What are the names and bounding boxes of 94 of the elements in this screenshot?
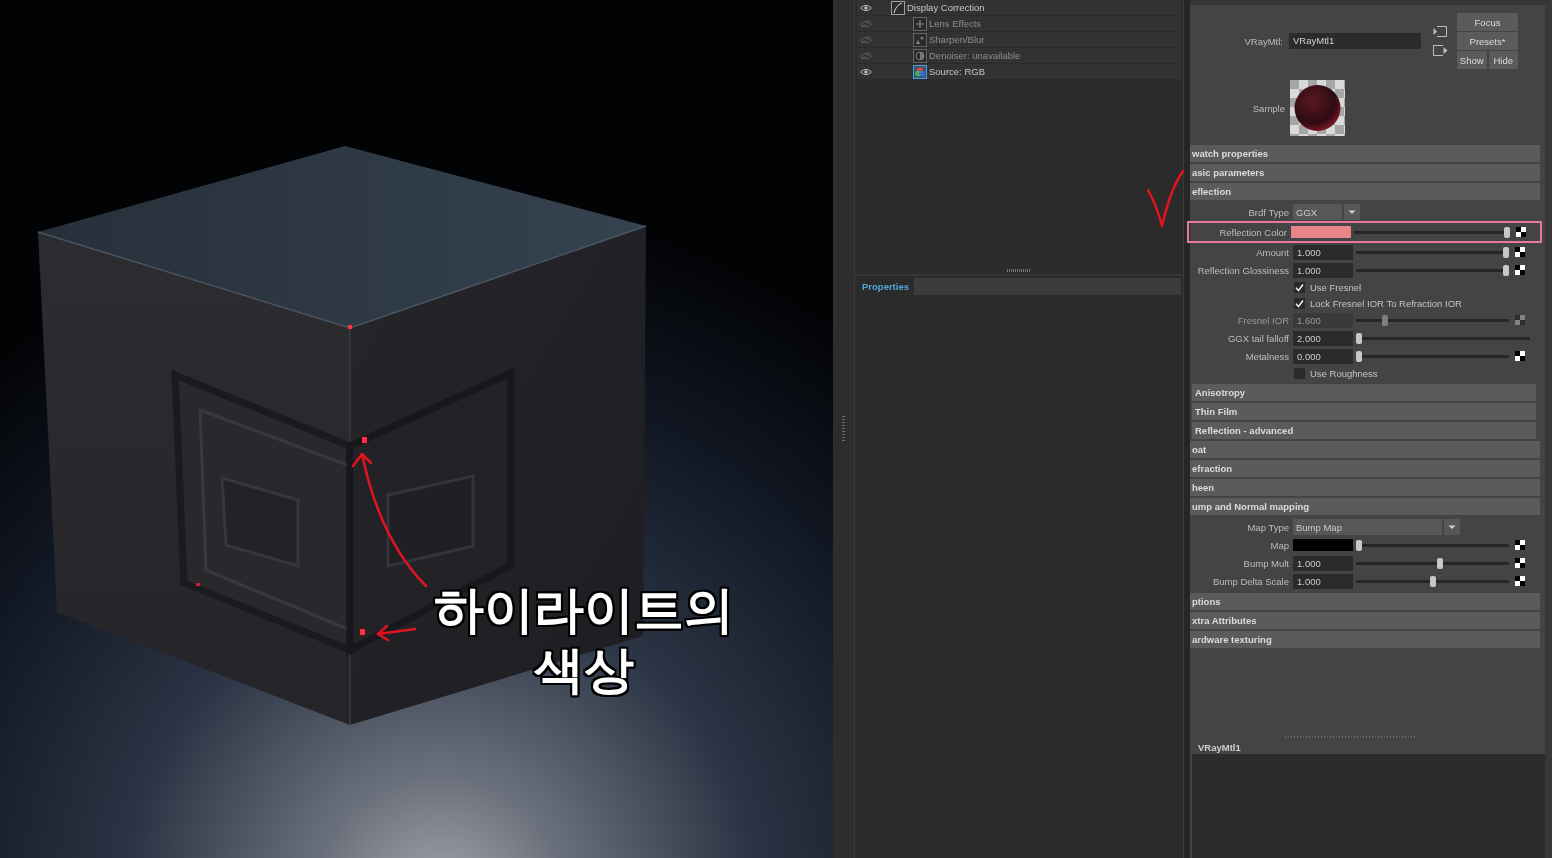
checkbox-label[interactable]: Use Roughness bbox=[1310, 367, 1378, 379]
box-arrow-out-icon[interactable] bbox=[1433, 44, 1448, 57]
panel-button[interactable]: Show bbox=[1457, 51, 1487, 69]
sphere-swatch-icon bbox=[1290, 80, 1345, 136]
eye-icon[interactable] bbox=[860, 3, 872, 12]
number-field[interactable]: 0.000 bbox=[1293, 348, 1353, 364]
field-label: Reflection Glossiness bbox=[1196, 264, 1289, 276]
field-label: Brdf Type bbox=[1247, 206, 1289, 218]
field-label: Metalness bbox=[1244, 350, 1289, 362]
tick-icon bbox=[1295, 298, 1304, 308]
number-field[interactable]: 1.000 bbox=[1293, 573, 1353, 589]
section-header[interactable]: ardware texturing bbox=[1190, 631, 1540, 648]
slider-thumb[interactable] bbox=[1356, 350, 1362, 362]
checker-icon[interactable] bbox=[1515, 558, 1525, 568]
section-header[interactable]: eflection bbox=[1190, 183, 1540, 200]
checker-icon[interactable] bbox=[1515, 576, 1525, 586]
section-header[interactable]: watch properties bbox=[1190, 145, 1540, 162]
section-header[interactable]: Reflection - advanced bbox=[1192, 422, 1536, 439]
slider-thumb[interactable] bbox=[1503, 246, 1509, 258]
checkbox[interactable] bbox=[1294, 367, 1305, 379]
rgb-circles-icon bbox=[913, 64, 927, 79]
slider-thumb[interactable] bbox=[1504, 226, 1510, 238]
splitter-handle[interactable] bbox=[1285, 736, 1415, 738]
number-field[interactable]: 1.000 bbox=[1293, 244, 1353, 260]
section-header[interactable]: Thin Film bbox=[1192, 403, 1536, 420]
checkbox[interactable] bbox=[1294, 297, 1305, 309]
section-header[interactable]: ump and Normal mapping bbox=[1190, 498, 1540, 515]
number-field[interactable]: 1.000 bbox=[1293, 262, 1353, 278]
caption-text: 하이라이트의 bbox=[434, 580, 734, 640]
arrow-icon bbox=[375, 622, 417, 642]
field-label: Amount bbox=[1255, 246, 1289, 258]
layer-row[interactable]: Sharpen/Blur bbox=[857, 32, 1181, 48]
field-label: Bump Delta Scale bbox=[1211, 575, 1289, 587]
tick-icon bbox=[1146, 168, 1186, 230]
field-label: VRayMtl: bbox=[1243, 35, 1283, 47]
layer-name: Display Correction bbox=[907, 2, 985, 13]
slider-thumb[interactable] bbox=[1503, 264, 1509, 276]
field-label: Sample bbox=[1251, 102, 1285, 114]
slider-thumb[interactable] bbox=[1436, 557, 1443, 569]
field-label: Fresnel IOR bbox=[1236, 314, 1289, 326]
section-header[interactable]: heen bbox=[1190, 479, 1540, 496]
section-header[interactable]: asic parameters bbox=[1190, 164, 1540, 181]
panel-button[interactable]: Presets* bbox=[1457, 32, 1518, 50]
layer-row[interactable]: Display Correction bbox=[857, 0, 1181, 16]
layer-row[interactable]: Source: RGB bbox=[857, 64, 1181, 80]
number-field[interactable]: 2.000 bbox=[1293, 330, 1353, 346]
field-label: GGX tail falloff bbox=[1226, 332, 1289, 344]
checkbox-label[interactable]: Use Fresnel bbox=[1310, 281, 1362, 293]
color-swatch[interactable] bbox=[1291, 226, 1351, 238]
checkbox[interactable] bbox=[1294, 281, 1305, 293]
section-header[interactable]: ptions bbox=[1190, 593, 1540, 610]
field-label: Map bbox=[1269, 539, 1289, 551]
panel-button[interactable]: Hide bbox=[1488, 51, 1518, 69]
resize-handle[interactable] bbox=[842, 416, 845, 442]
layer-name: Sharpen/Blur bbox=[929, 34, 985, 45]
box-arrow-in-icon[interactable] bbox=[1433, 25, 1448, 38]
half-circle-icon bbox=[913, 48, 927, 63]
curve-icon bbox=[891, 0, 905, 15]
section-header[interactable]: efraction bbox=[1190, 460, 1540, 477]
splitter-handle[interactable] bbox=[1007, 268, 1031, 272]
tick-icon bbox=[1295, 282, 1304, 292]
number-field[interactable]: 1.000 bbox=[1293, 555, 1353, 571]
slider-thumb[interactable] bbox=[1429, 575, 1436, 587]
properties-tab[interactable]: Properties bbox=[862, 281, 909, 292]
crosshair-icon bbox=[913, 16, 927, 31]
field-label: Reflection Color bbox=[1218, 226, 1287, 238]
eye-icon[interactable] bbox=[860, 67, 872, 76]
layer-name: Source: RGB bbox=[929, 66, 985, 77]
layer-row[interactable]: Lens Effects bbox=[857, 16, 1181, 32]
section-header[interactable]: oat bbox=[1190, 441, 1540, 458]
panel-title: VRayMtl1 bbox=[1197, 742, 1242, 754]
checker-icon[interactable] bbox=[1515, 540, 1525, 550]
dropdown[interactable]: GGX bbox=[1293, 204, 1360, 220]
field-label: Bump Mult bbox=[1242, 557, 1289, 569]
layer-row[interactable]: Denoiser: unavailable bbox=[857, 48, 1181, 64]
checkbox-label[interactable]: Lock Fresnel IOR To Refraction IOR bbox=[1310, 297, 1462, 309]
section-header[interactable]: xtra Attributes bbox=[1190, 612, 1540, 629]
color-swatch[interactable] bbox=[1293, 539, 1353, 551]
checker-icon[interactable] bbox=[1515, 247, 1525, 257]
dropdown[interactable]: Bump Map bbox=[1293, 519, 1460, 535]
checker-icon[interactable] bbox=[1515, 265, 1525, 275]
name-field[interactable]: VRayMtl1 bbox=[1289, 33, 1421, 49]
panel-button[interactable]: Focus bbox=[1457, 13, 1518, 31]
slider-track[interactable] bbox=[1356, 246, 1509, 258]
layer-name: Lens Effects bbox=[929, 18, 982, 29]
slider-track[interactable] bbox=[1354, 226, 1510, 238]
caption-text: 색상 bbox=[534, 640, 634, 700]
slider-thumb[interactable] bbox=[1356, 539, 1362, 551]
field-label: Map Type bbox=[1246, 521, 1289, 533]
slider-thumb[interactable] bbox=[1356, 332, 1362, 344]
layer-name: Denoiser: unavailable bbox=[929, 50, 1021, 61]
section-header[interactable]: Anisotropy bbox=[1192, 384, 1536, 401]
checker-icon[interactable] bbox=[1516, 227, 1526, 237]
checker-icon[interactable] bbox=[1515, 351, 1525, 361]
